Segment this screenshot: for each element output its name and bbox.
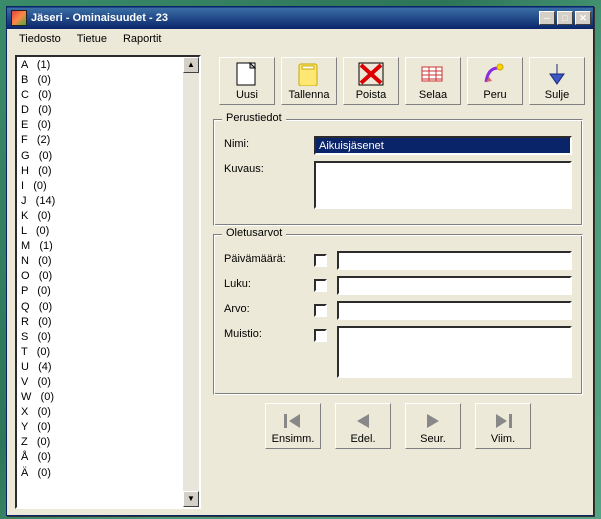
- new-button[interactable]: Uusi: [219, 57, 275, 105]
- menu-file[interactable]: Tiedosto: [11, 31, 69, 47]
- group-oletusarvot-legend: Oletusarvot: [222, 227, 286, 239]
- undo-label: Peru: [483, 89, 506, 101]
- minimize-button[interactable]: ─: [539, 11, 555, 25]
- browse-button[interactable]: Selaa: [405, 57, 461, 105]
- list-item[interactable]: Y (0): [19, 420, 181, 435]
- close-button[interactable]: Sulje: [529, 57, 585, 105]
- delete-icon: [357, 61, 385, 87]
- save-icon: [295, 61, 323, 87]
- last-icon: [490, 411, 516, 431]
- window-title: Jäseri - Ominaisuudet - 23: [31, 12, 168, 24]
- window-close-button[interactable]: ✕: [575, 11, 591, 25]
- delete-label: Poista: [356, 89, 387, 101]
- list-item[interactable]: A (1): [19, 58, 181, 73]
- scroll-down-button[interactable]: ▼: [183, 491, 199, 507]
- list-item[interactable]: E (0): [19, 118, 181, 133]
- left-pane: A (1)B (0)C (0)D (0)E (0)F (2)G (0)H (0)…: [9, 51, 205, 513]
- list-item[interactable]: W (0): [19, 390, 181, 405]
- val-checkbox[interactable]: [314, 304, 327, 317]
- content-area: A (1)B (0)C (0)D (0)E (0)F (2)G (0)H (0)…: [9, 51, 591, 513]
- last-label: Viim.: [491, 433, 515, 445]
- first-button[interactable]: Ensimm.: [265, 403, 321, 449]
- desc-textarea[interactable]: [314, 161, 572, 209]
- delete-button[interactable]: Poista: [343, 57, 399, 105]
- list-item[interactable]: T (0): [19, 345, 181, 360]
- right-pane: Uusi Tallenna Poista: [205, 51, 591, 513]
- list-item[interactable]: M (1): [19, 239, 181, 254]
- date-input[interactable]: [337, 251, 572, 270]
- app-window: Jäseri - Ominaisuudet - 23 ─ □ ✕ Tiedost…: [6, 6, 594, 516]
- undo-icon: [481, 61, 509, 87]
- toolbar: Uusi Tallenna Poista: [211, 55, 585, 113]
- undo-button[interactable]: Peru: [467, 57, 523, 105]
- menubar: Tiedosto Tietue Raportit: [7, 29, 593, 49]
- last-button[interactable]: Viim.: [475, 403, 531, 449]
- val-label: Arvo:: [224, 301, 314, 315]
- titlebar: Jäseri - Ominaisuudet - 23 ─ □ ✕: [7, 7, 593, 29]
- menu-tietue[interactable]: Tietue: [69, 31, 115, 47]
- list-item[interactable]: N (0): [19, 254, 181, 269]
- list-item[interactable]: R (0): [19, 315, 181, 330]
- num-label: Luku:: [224, 276, 314, 290]
- list-item[interactable]: V (0): [19, 375, 181, 390]
- memo-checkbox[interactable]: [314, 329, 327, 342]
- val-input[interactable]: [337, 301, 572, 320]
- nav-toolbar: Ensimm. Edel. Seur. Viim.: [211, 403, 585, 449]
- list-item[interactable]: O (0): [19, 269, 181, 284]
- prev-icon: [350, 411, 376, 431]
- prev-label: Edel.: [350, 433, 375, 445]
- next-label: Seur.: [420, 433, 446, 445]
- save-button[interactable]: Tallenna: [281, 57, 337, 105]
- group-oletusarvot: Oletusarvot Päivämäärä: Luku: Arvo:: [213, 234, 583, 395]
- close-arrow-icon: [543, 61, 571, 87]
- list-item[interactable]: G (0): [19, 149, 181, 164]
- list-item[interactable]: L (0): [19, 224, 181, 239]
- list-item[interactable]: I (0): [19, 179, 181, 194]
- list-item[interactable]: P (0): [19, 284, 181, 299]
- num-input[interactable]: [337, 276, 572, 295]
- list-scrollbar[interactable]: ▲ ▼: [183, 57, 199, 507]
- list-item[interactable]: Z (0): [19, 435, 181, 450]
- date-checkbox[interactable]: [314, 254, 327, 267]
- desc-label: Kuvaus:: [224, 161, 314, 175]
- list-item[interactable]: X (0): [19, 405, 181, 420]
- category-listbox[interactable]: A (1)B (0)C (0)D (0)E (0)F (2)G (0)H (0)…: [15, 55, 201, 509]
- list-item[interactable]: D (0): [19, 103, 181, 118]
- list-item[interactable]: Ä (0): [19, 466, 181, 481]
- group-perustiedot: Perustiedot Nimi: Kuvaus:: [213, 119, 583, 226]
- browse-icon: [419, 61, 447, 87]
- next-button[interactable]: Seur.: [405, 403, 461, 449]
- next-icon: [420, 411, 446, 431]
- browse-label: Selaa: [419, 89, 447, 101]
- prev-button[interactable]: Edel.: [335, 403, 391, 449]
- list-item[interactable]: H (0): [19, 164, 181, 179]
- scroll-up-button[interactable]: ▲: [183, 57, 199, 73]
- list-item[interactable]: F (2): [19, 133, 181, 148]
- scroll-track[interactable]: [183, 73, 199, 491]
- memo-textarea[interactable]: [337, 326, 572, 378]
- date-label: Päivämäärä:: [224, 251, 314, 265]
- first-label: Ensimm.: [272, 433, 315, 445]
- save-label: Tallenna: [289, 89, 330, 101]
- list-item[interactable]: B (0): [19, 73, 181, 88]
- new-file-icon: [233, 61, 261, 87]
- memo-label: Muistio:: [224, 326, 314, 340]
- menu-reports[interactable]: Raportit: [115, 31, 170, 47]
- group-perustiedot-legend: Perustiedot: [222, 112, 286, 124]
- list-item[interactable]: Å (0): [19, 450, 181, 465]
- num-checkbox[interactable]: [314, 279, 327, 292]
- list-item[interactable]: J (14): [19, 194, 181, 209]
- first-icon: [280, 411, 306, 431]
- list-item[interactable]: U (4): [19, 360, 181, 375]
- new-label: Uusi: [236, 89, 258, 101]
- app-icon: [11, 10, 27, 26]
- name-input[interactable]: [314, 136, 572, 155]
- list-item[interactable]: Q (0): [19, 300, 181, 315]
- list-item[interactable]: C (0): [19, 88, 181, 103]
- list-item[interactable]: S (0): [19, 330, 181, 345]
- list-item[interactable]: K (0): [19, 209, 181, 224]
- close-label: Sulje: [545, 89, 569, 101]
- maximize-button[interactable]: □: [557, 11, 573, 25]
- name-label: Nimi:: [224, 136, 314, 150]
